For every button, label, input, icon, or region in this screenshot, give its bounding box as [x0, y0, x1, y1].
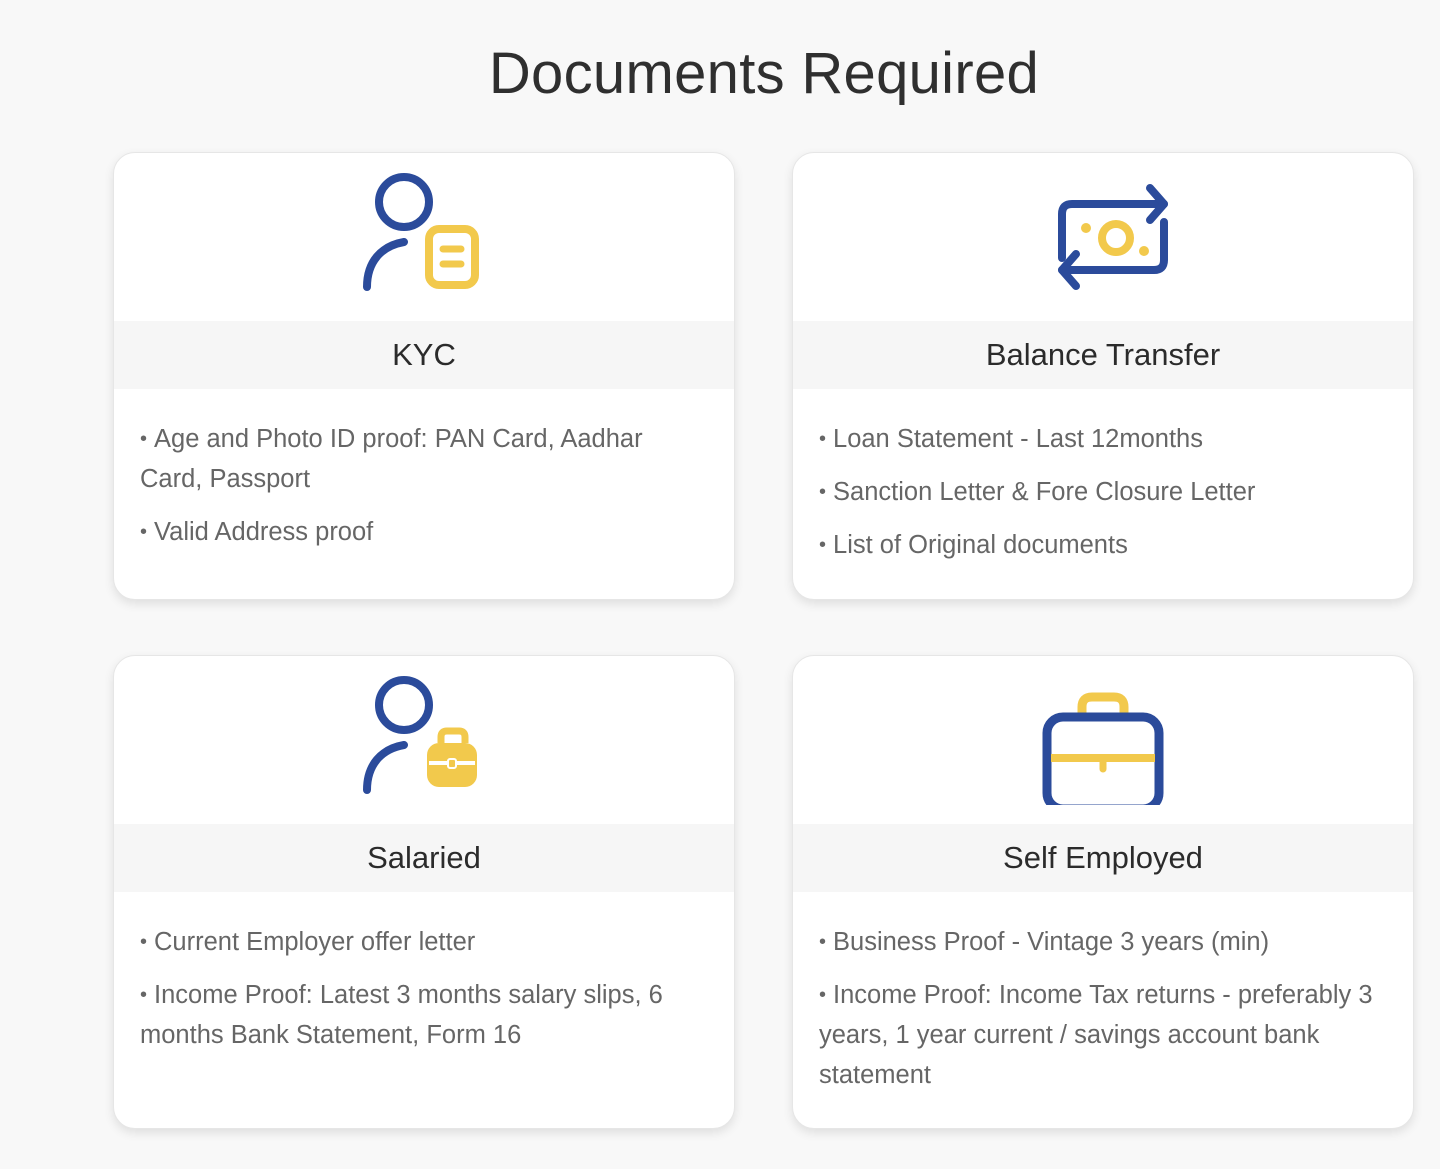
card-body: • Business Proof - Vintage 3 years (min) … — [793, 892, 1413, 1095]
page-title: Documents Required — [488, 41, 1040, 106]
user-document-icon — [359, 172, 489, 302]
self-employed-card: Self Employed • Business Proof - Vintage … — [792, 655, 1414, 1129]
card-heading: Salaried — [114, 824, 734, 892]
document-list: • Business Proof - Vintage 3 years (min) … — [819, 922, 1387, 1095]
card-icon-area — [114, 153, 734, 321]
list-item: • Loan Statement - Last 12months — [819, 419, 1387, 459]
bullet: • — [819, 534, 827, 556]
bullet: • — [819, 481, 827, 503]
bullet: • — [140, 428, 148, 450]
card-heading: Self Employed — [793, 824, 1413, 892]
card-icon-area — [793, 153, 1413, 321]
money-transfer-icon — [1038, 172, 1168, 302]
bullet: • — [140, 931, 148, 953]
bullet: • — [140, 521, 148, 543]
card-body: • Current Employer offer letter • Income P… — [114, 892, 734, 1055]
list-item: • Valid Address proof — [140, 512, 708, 552]
bullet: • — [819, 984, 827, 1006]
bullet: • — [819, 931, 827, 953]
document-list: • Loan Statement - Last 12months • Sanctio… — [819, 419, 1387, 565]
list-item: • List of Original documents — [819, 525, 1387, 565]
list-item: • Current Employer offer letter — [140, 922, 708, 962]
salaried-card: Salaried • Current Employer offer letter … — [113, 655, 735, 1129]
card-heading: KYC — [114, 321, 734, 389]
balance-transfer-card: Balance Transfer • Loan Statement - Last … — [792, 152, 1414, 600]
card-heading: Balance Transfer — [793, 321, 1413, 389]
card-body: • Loan Statement - Last 12months • Sanctio… — [793, 389, 1413, 565]
bullet: • — [819, 428, 827, 450]
list-item: • Age and Photo ID proof: PAN Card, Aadha… — [140, 419, 708, 499]
list-item: • Business Proof - Vintage 3 years (min) — [819, 922, 1387, 962]
card-icon-area — [793, 656, 1413, 824]
briefcase-icon — [1038, 675, 1168, 805]
card-icon-area — [114, 656, 734, 824]
document-list: • Current Employer offer letter • Income P… — [140, 922, 708, 1055]
card-body: • Age and Photo ID proof: PAN Card, Aadha… — [114, 389, 734, 552]
list-item: • Income Proof: Income Tax returns - pref… — [819, 975, 1387, 1095]
bullet: • — [140, 984, 148, 1006]
list-item: • Sanction Letter & Fore Closure Letter — [819, 472, 1387, 512]
document-list: • Age and Photo ID proof: PAN Card, Aadha… — [140, 419, 708, 552]
user-briefcase-icon — [359, 675, 489, 805]
page-title-wrapper: Documents Required — [0, 38, 1440, 110]
list-item: • Income Proof: Latest 3 months salary sl… — [140, 975, 708, 1055]
kyc-card: KYC • Age and Photo ID proof: PAN Card, A… — [113, 152, 735, 600]
